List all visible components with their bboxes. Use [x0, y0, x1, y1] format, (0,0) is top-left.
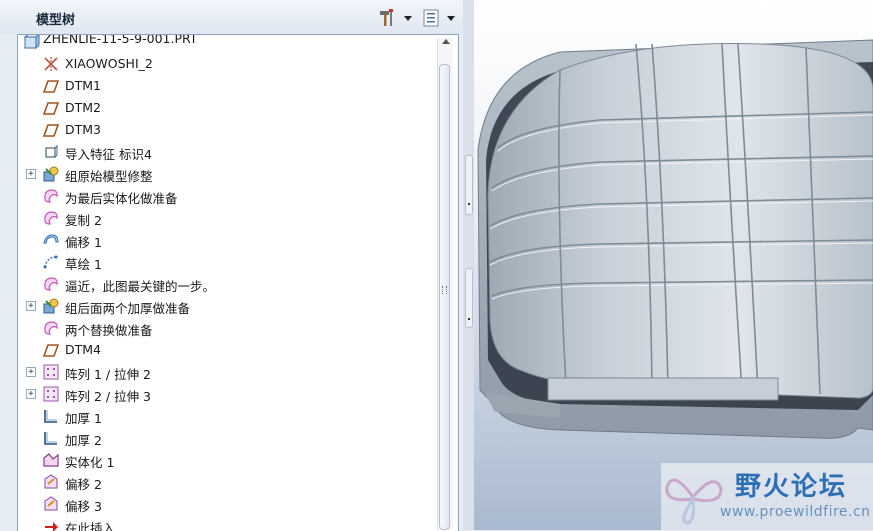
group-icon: [43, 166, 59, 182]
expand-toggle-icon[interactable]: +: [26, 389, 36, 399]
splitter-dot: [468, 203, 470, 205]
tree-item[interactable]: 加厚 2: [18, 427, 438, 449]
group-icon: [43, 298, 59, 314]
tree-item-label: DTM3: [65, 122, 101, 137]
watermark-url: www.proewildfire.cn: [720, 504, 871, 520]
splitter-handle-top[interactable]: [465, 155, 473, 215]
model-tree-panel: 模型树 ZHENLIE-11-5-9-001.PRT XIAOWOSHI_2 DTM…: [0, 0, 463, 531]
tree-item[interactable]: DTM1: [18, 75, 438, 97]
tree-item[interactable]: DTM2: [18, 97, 438, 119]
tree-item-label: 偏移 1: [65, 235, 102, 250]
tree-item-label: 两个替换做准备: [65, 323, 153, 338]
sketch-icon: [43, 255, 58, 269]
tree-item[interactable]: + 阵列 1 / 拉伸 2: [18, 361, 438, 383]
tree-item-label: 阵列 2 / 拉伸 3: [65, 389, 152, 404]
tree-item-label: DTM2: [65, 100, 101, 115]
tree-item[interactable]: 为最后实体化做准备: [18, 185, 438, 207]
tree-item[interactable]: + 组原始模型修整: [18, 163, 438, 185]
tree-item-label: 实体化 1: [65, 455, 115, 470]
tree-item-label: 为最后实体化做准备: [65, 191, 178, 206]
pattern-icon: [43, 364, 59, 380]
scrollbar-thumb[interactable]: [439, 64, 450, 530]
tree-item[interactable]: 草绘 1: [18, 251, 438, 273]
solidify-icon: [43, 453, 59, 467]
scroll-up-arrow-icon[interactable]: [442, 39, 450, 44]
tree-item-label: 逼近，此图最关键的一步。: [65, 279, 216, 294]
offset-replace-icon: [44, 474, 58, 489]
datum-plane-icon: [42, 124, 60, 137]
tree-root-label: ZHENLIE-11-5-9-001.PRT: [43, 34, 198, 46]
thicken-icon: [44, 410, 57, 423]
tree-item[interactable]: DTM3: [18, 119, 438, 141]
tree-item[interactable]: 逼近，此图最关键的一步。: [18, 273, 438, 295]
tree-item-label: 阵列 1 / 拉伸 2: [65, 367, 152, 382]
thicken-icon: [44, 432, 57, 445]
tree-item-label: DTM1: [65, 78, 101, 93]
import-feature-icon: [45, 144, 58, 158]
scrollbar-grip: [442, 286, 447, 294]
tree-item[interactable]: XIAOWOSHI_2: [18, 53, 438, 75]
tree-item-label: 组后面两个加厚做准备: [65, 301, 191, 316]
datum-plane-icon: [42, 80, 60, 93]
copy-surface-icon: [44, 189, 58, 203]
tree-item-label: 偏移 2: [65, 477, 102, 492]
tree-item[interactable]: 导入特征 标识4: [18, 141, 438, 163]
expand-toggle-icon[interactable]: +: [26, 169, 36, 179]
tree-display-icon: [423, 9, 439, 27]
tree-item-label: 组原始模型修整: [65, 169, 153, 184]
graphics-viewport[interactable]: [474, 0, 873, 530]
part-icon: [23, 35, 40, 50]
tree-item-label: 复制 2: [65, 213, 102, 228]
tree-item[interactable]: 两个替换做准备: [18, 317, 438, 339]
chevron-down-icon: [447, 16, 455, 21]
tree-item[interactable]: 在此插入: [18, 515, 438, 531]
tree-item[interactable]: + 组后面两个加厚做准备: [18, 295, 438, 317]
insert-here-arrow-icon: [45, 522, 58, 531]
hammer-settings-icon: [380, 9, 393, 26]
expand-toggle-icon[interactable]: +: [26, 367, 36, 377]
butterfly-logo-icon: [665, 478, 723, 525]
watermark-title: 野火论坛: [735, 472, 848, 502]
copy-surface-icon: [44, 277, 58, 291]
panel-splitter[interactable]: [463, 0, 474, 530]
splitter-dot: [468, 318, 470, 320]
tree-display-button[interactable]: [421, 8, 457, 28]
tree-item-label: DTM4: [65, 342, 101, 357]
offset-icon: [43, 234, 59, 244]
tree-item-label: 加厚 2: [65, 433, 102, 448]
tree-root-item[interactable]: ZHENLIE-11-5-9-001.PRT: [18, 34, 438, 53]
expand-toggle-icon[interactable]: +: [26, 301, 36, 311]
chevron-down-icon: [404, 16, 412, 21]
tree-item[interactable]: 偏移 2: [18, 471, 438, 493]
coordinate-system-icon: [44, 57, 58, 71]
copy-surface-icon: [44, 321, 58, 335]
tree-settings-button[interactable]: [378, 8, 414, 28]
panel-title: 模型树: [36, 13, 76, 28]
tree-item[interactable]: 实体化 1: [18, 449, 438, 471]
tree-item-label: 导入特征 标识4: [65, 147, 152, 162]
tree-item-label: 偏移 3: [65, 499, 102, 514]
tree-item[interactable]: 复制 2: [18, 207, 438, 229]
tree-item-label: 加厚 1: [65, 411, 102, 426]
offset-replace-icon: [44, 496, 58, 511]
model-tree: ZHENLIE-11-5-9-001.PRT XIAOWOSHI_2 DTM1 DTM…: [17, 34, 459, 531]
tree-item[interactable]: 加厚 1: [18, 405, 438, 427]
tree-item-label: 草绘 1: [65, 257, 102, 272]
pattern-icon: [43, 386, 59, 402]
tree-item-label: 在此插入: [65, 521, 116, 531]
3d-model: [477, 39, 873, 439]
panel-header: 模型树: [0, 0, 463, 34]
tree-item[interactable]: 偏移 1: [18, 229, 438, 251]
copy-surface-icon: [44, 211, 58, 225]
tree-item-label: XIAOWOSHI_2: [65, 56, 153, 71]
datum-plane-icon: [42, 102, 60, 115]
tree-item[interactable]: 偏移 3: [18, 493, 438, 515]
tree-item[interactable]: DTM4: [18, 339, 438, 361]
tree-item[interactable]: + 阵列 2 / 拉伸 3: [18, 383, 438, 405]
datum-plane-icon: [42, 344, 60, 357]
